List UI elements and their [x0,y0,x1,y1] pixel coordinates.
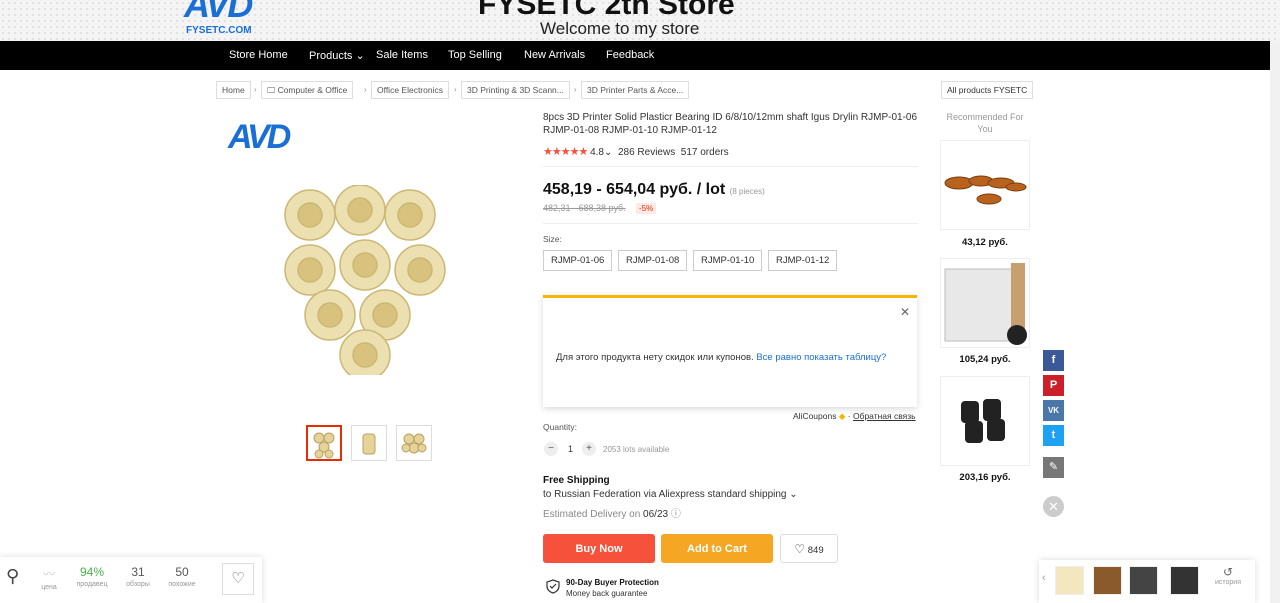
chevron-right-icon: › [254,85,257,94]
chevron-right-icon: › [574,85,577,94]
history-item-3[interactable] [1129,566,1158,595]
help-icon[interactable]: ⓘ [671,509,681,520]
recommended-item-2-price[interactable]: 105,24 руб. [940,354,1030,365]
chevron-down-icon: ⌄ [604,147,613,158]
product-price: 458,19 - 654,04 руб. / lot (8 pieces) [543,181,765,198]
history-item-4[interactable] [1170,566,1199,595]
thumbnail-3[interactable] [396,425,432,461]
divider [543,166,918,167]
orders-count: 517 orders [680,147,729,158]
nav-top-selling[interactable]: Top Selling [448,49,502,61]
chevron-down-icon: ⌄ [352,50,365,62]
recommended-item-3-price[interactable]: 203,16 руб. [940,472,1030,483]
add-to-cart-button[interactable]: Add to Cart [661,534,773,563]
buyer-protection: 90-Day Buyer Protection Money back guaran… [566,578,659,598]
size-option-12[interactable]: RJMP-01-12 [768,250,838,271]
old-price: 482,31 - 688,38 руб. [543,203,626,213]
quantity-increase-button[interactable]: + [582,442,596,456]
wishlist-button[interactable]: ♡ 849 [780,534,838,563]
estimated-delivery: Estimated Delivery on 06/23 ⓘ [543,509,681,520]
lots-available: 2053 lots available [603,445,670,454]
rating-value[interactable]: 4.8⌄ [590,147,612,158]
heart-icon: ♡ [794,541,806,556]
breadcrumb-3d-printing[interactable]: 3D Printing & 3D Scann... [461,81,570,99]
breadcrumb-office-electronics[interactable]: Office Electronics [371,81,449,99]
divider [543,223,918,224]
size-option-10[interactable]: RJMP-01-10 [693,250,763,271]
sellers-stat[interactable]: 94% продавец [72,565,112,588]
discount-badge: -5% [636,203,657,214]
nav-sale-items[interactable]: Sale Items [376,49,428,61]
price-stat[interactable]: 〰 цена [36,565,62,591]
pencil-icon[interactable]: ✎ [1043,457,1064,478]
main-product-image[interactable] [270,185,460,375]
facebook-icon[interactable]: f [1043,350,1064,371]
coupon-tag-icon: ◆ [838,411,846,421]
history-bar: ‹ ↺ история [1039,560,1255,603]
welcome-text: Welcome to my store [540,19,700,38]
recommended-item-2-image[interactable] [940,258,1030,348]
all-products-link[interactable]: All products FYSETC [941,81,1034,99]
recommended-item-1-image[interactable] [940,140,1030,230]
recommended-title: Recommended For You [946,112,1024,134]
rating-stars-icon: ★★★★★ [543,146,588,158]
price-tracker-bar: ⚲ 〰 цена 94% продавец 31 обзоры 50 похожие ♡ [0,557,262,603]
buy-now-button[interactable]: Buy Now [543,534,655,563]
history-item-1[interactable] [1055,566,1084,595]
reviews-stat[interactable]: 31 обзоры [122,565,154,588]
twitter-icon[interactable]: t [1043,425,1064,446]
nav-products[interactable]: Products ⌄ [309,49,365,62]
nav-store-home[interactable]: Store Home [229,49,288,61]
breadcrumb-3d-printer-parts[interactable]: 3D Printer Parts & Acce... [581,81,690,99]
quantity-input[interactable]: 1 [568,444,573,454]
show-table-link[interactable]: Все равно показать таблицу? [756,352,886,363]
similar-stat[interactable]: 50 похожие [164,565,200,588]
chevron-right-icon: › [364,85,367,94]
price-chart-icon: 〰 [42,567,55,581]
coupon-popup: ✕ Для этого продукта нету скидок или куп… [543,295,917,407]
size-label: Size: [543,234,562,244]
recommended-item-3-image[interactable] [940,376,1030,466]
breadcrumb-computer-office[interactable]: 🖵 Computer & Office [261,81,354,99]
product-title: 8pcs 3D Printer Solid Plasticr Bearing I… [543,112,918,136]
pieces-note: (8 pieces) [729,187,765,196]
chevron-left-icon[interactable]: ‹ [1042,572,1046,584]
store-logo[interactable]: AVD [184,0,253,26]
heart-icon[interactable]: ♡ [222,563,254,595]
alicoupons-credit: AliCoupons ◆ · Обратная связь [793,411,916,421]
shipping-title: Free Shipping [543,475,610,486]
chevron-right-icon: › [454,85,457,94]
store-nav: Store Home Products ⌄ Sale Items Top Sel… [0,41,1270,70]
chevron-down-icon: ⌄ [786,489,798,500]
close-icon[interactable]: ✕ [900,305,910,319]
size-option-08[interactable]: RJMP-01-08 [618,250,688,271]
rating-row: ★★★★★ 4.8⌄ 286 Reviews 517 orders [543,145,729,158]
vk-icon[interactable]: VK [1043,400,1064,421]
nav-new-arrivals[interactable]: New Arrivals [524,49,585,61]
nav-feedback[interactable]: Feedback [606,49,654,61]
quantity-label: Quantity: [543,422,578,432]
page-scrollbar[interactable] [1270,41,1280,603]
shield-icon [546,579,560,594]
quantity-decrease-button[interactable]: − [544,442,558,456]
thumbnail-1[interactable] [306,425,342,461]
reviews-count[interactable]: 286 Reviews [618,147,675,158]
feedback-link[interactable]: Обратная связь [853,411,916,421]
store-banner: AVD FYSETC.COM FYSETC 2th Store Welcome … [0,0,1280,41]
coupon-message: Для этого продукта нету скидок или купон… [556,352,887,363]
history-icon: ↺ [1222,565,1234,579]
history-button[interactable]: ↺ история [1207,565,1249,586]
thumbnail-2[interactable] [351,425,387,461]
store-logo-sub: FYSETC.COM [186,25,252,36]
monitor-icon: 🖵 [267,85,278,95]
recommended-item-1-price[interactable]: 43,12 руб. [940,237,1030,248]
breadcrumb-home[interactable]: Home [216,81,251,99]
close-icon[interactable]: ✕ [1043,496,1064,517]
history-item-2[interactable] [1093,566,1122,595]
shipping-destination[interactable]: to Russian Federation via Aliexpress sta… [543,489,798,500]
pinterest-icon[interactable]: P [1043,375,1064,396]
location-pin-icon[interactable]: ⚲ [6,566,19,587]
size-option-06[interactable]: RJMP-01-06 [543,250,613,271]
brand-logo: AVD [228,118,291,156]
